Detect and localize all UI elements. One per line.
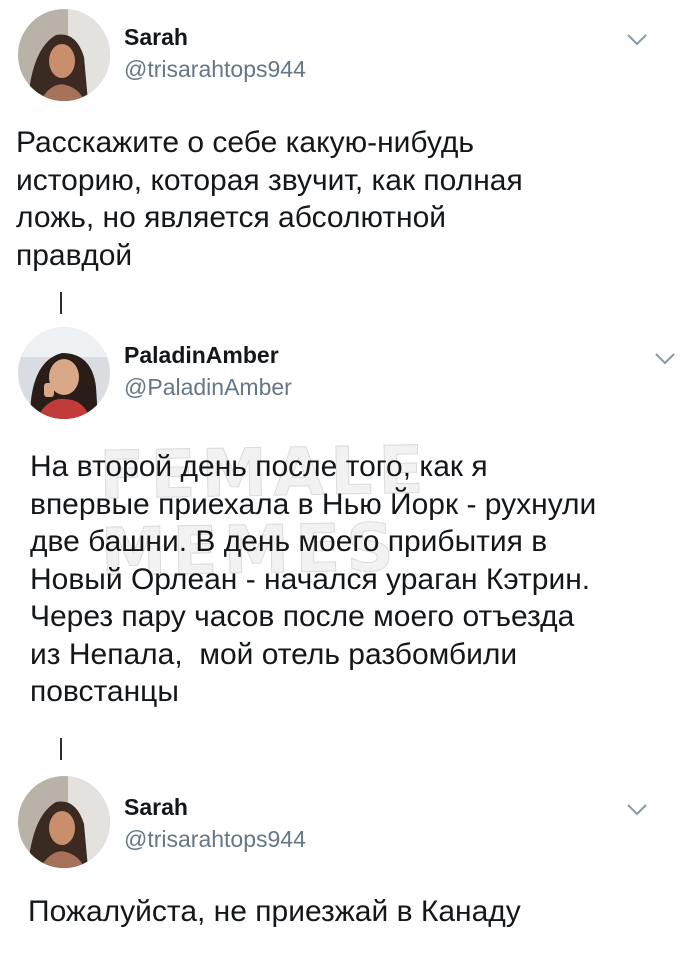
avatar[interactable] bbox=[18, 776, 110, 868]
tweet-text: Пожалуйста, не приезжай в Канаду bbox=[28, 895, 521, 928]
tweet-3: Sarah @trisarahtops944 Пожалуйста, не пр… bbox=[0, 0, 700, 957]
chevron-down-icon[interactable] bbox=[626, 803, 648, 817]
author-name[interactable]: Sarah bbox=[124, 794, 188, 821]
author-handle[interactable]: @trisarahtops944 bbox=[124, 826, 306, 853]
